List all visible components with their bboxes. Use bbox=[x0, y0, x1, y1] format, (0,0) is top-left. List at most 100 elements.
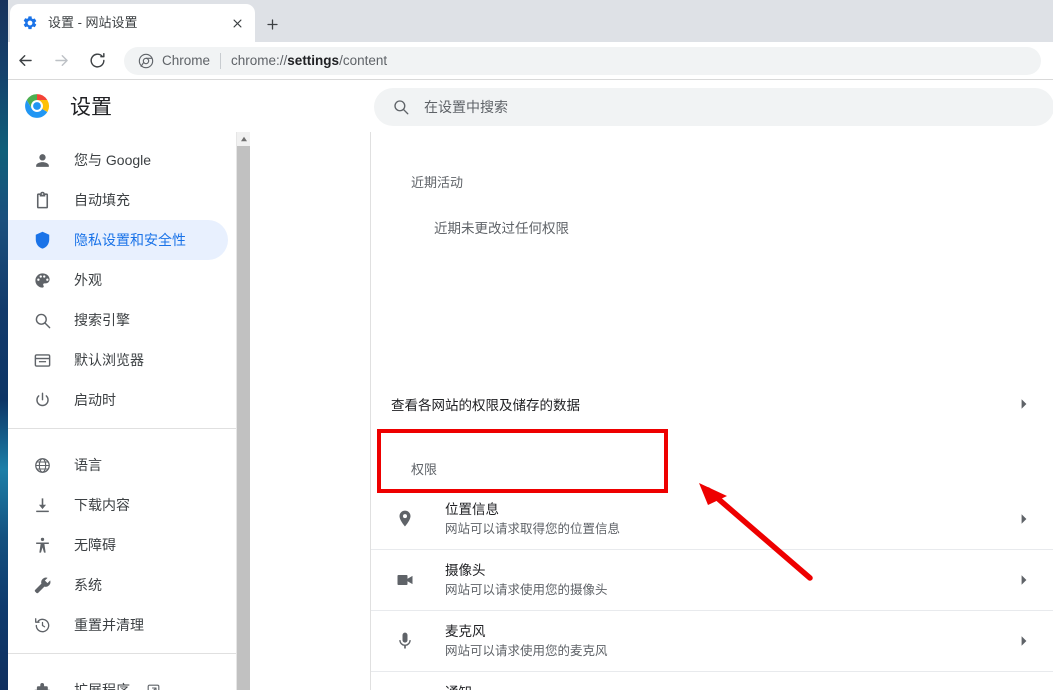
puzzle-icon bbox=[32, 680, 52, 690]
settings-sidebar: 您与 Google 自动填充 隐私设置和安全性 外观 bbox=[8, 132, 236, 690]
videocam-icon bbox=[393, 568, 417, 592]
download-icon bbox=[32, 495, 52, 515]
chevron-right-icon bbox=[1020, 512, 1030, 526]
content-left-divider bbox=[370, 132, 371, 690]
sidebar-item-label: 隐私设置和安全性 bbox=[74, 230, 186, 250]
sidebar-item-you-and-google[interactable]: 您与 Google bbox=[8, 140, 228, 180]
sidebar-item-search-engine[interactable]: 搜索引擎 bbox=[8, 300, 228, 340]
accessible-icon bbox=[32, 535, 52, 555]
permissions-list: 位置信息 网站可以请求取得您的位置信息 摄像头 网站可以请求使用您的摄像头 bbox=[371, 488, 1053, 690]
restore-icon bbox=[32, 615, 52, 635]
globe-icon bbox=[32, 455, 52, 475]
omnibox-url-suffix: /content bbox=[339, 53, 387, 68]
omnibox-url-prefix: chrome:// bbox=[231, 53, 287, 68]
arrow-right-icon bbox=[52, 51, 71, 70]
omnibox-divider bbox=[220, 53, 221, 69]
power-icon bbox=[32, 390, 52, 410]
search-icon bbox=[392, 98, 410, 116]
sidebar-item-label: 扩展程序 bbox=[74, 680, 130, 690]
reload-button[interactable] bbox=[82, 46, 112, 76]
reload-icon bbox=[88, 51, 107, 70]
tab-settings[interactable]: 设置 - 网站设置 bbox=[10, 4, 255, 42]
browser-icon bbox=[32, 350, 52, 370]
sidebar-item-privacy-and-security[interactable]: 隐私设置和安全性 bbox=[8, 220, 228, 260]
permission-subtitle: 网站可以请求取得您的位置信息 bbox=[445, 520, 1053, 538]
permission-row-microphone[interactable]: 麦克风 网站可以请求使用您的麦克风 bbox=[371, 610, 1053, 671]
sidebar-item-extensions[interactable]: 扩展程序 bbox=[8, 670, 228, 690]
permission-title: 麦克风 bbox=[445, 622, 1053, 641]
sidebar-item-label: 无障碍 bbox=[74, 535, 116, 555]
plus-icon bbox=[266, 18, 279, 31]
sidebar-item-label: 搜索引擎 bbox=[74, 310, 130, 330]
permission-row-location[interactable]: 位置信息 网站可以请求取得您的位置信息 bbox=[371, 488, 1053, 549]
sidebar-item-on-startup[interactable]: 启动时 bbox=[8, 380, 228, 420]
sidebar-item-label: 下载内容 bbox=[74, 495, 130, 515]
sidebar-item-label: 重置并清理 bbox=[74, 615, 144, 635]
settings-search-box[interactable] bbox=[374, 88, 1053, 126]
sidebar-group-2: 语言 下载内容 无障碍 系统 bbox=[8, 437, 236, 645]
sidebar-item-default-browser[interactable]: 默认浏览器 bbox=[8, 340, 228, 380]
shield-icon bbox=[32, 230, 52, 250]
sidebar-item-downloads[interactable]: 下载内容 bbox=[8, 485, 228, 525]
permission-texts: 摄像头 网站可以请求使用您的摄像头 bbox=[445, 561, 1053, 599]
permission-subtitle: 网站可以请求使用您的摄像头 bbox=[445, 581, 1053, 599]
arrow-left-icon bbox=[16, 51, 35, 70]
permission-subtitle: 网站可以请求使用您的麦克风 bbox=[445, 642, 1053, 660]
omnibox-url-bold: settings bbox=[287, 53, 339, 68]
chevron-right-icon bbox=[1020, 634, 1030, 648]
sidebar-item-reset-and-cleanup[interactable]: 重置并清理 bbox=[8, 605, 228, 645]
search-icon bbox=[32, 310, 52, 330]
forward-button[interactable] bbox=[46, 46, 76, 76]
sidebar-item-label: 自动填充 bbox=[74, 190, 130, 210]
omnibox-scheme-label: Chrome bbox=[162, 53, 210, 68]
search-input[interactable] bbox=[424, 99, 1036, 115]
desktop-wallpaper-strip bbox=[0, 0, 8, 690]
sidebar-item-label: 语言 bbox=[74, 455, 102, 475]
settings-header: 设置 bbox=[8, 80, 1053, 132]
palette-icon bbox=[32, 270, 52, 290]
permission-row-notifications[interactable]: 通知 网站可以询问能否向您发送通知 bbox=[371, 671, 1053, 690]
chevron-right-icon bbox=[1020, 573, 1030, 587]
sidebar-item-system[interactable]: 系统 bbox=[8, 565, 228, 605]
permissions-label: 权限 bbox=[391, 459, 437, 478]
sidebar-item-accessibility[interactable]: 无障碍 bbox=[8, 525, 228, 565]
sidebar-scrollbar[interactable] bbox=[236, 132, 249, 690]
microphone-icon bbox=[393, 629, 417, 653]
chrome-logo-icon bbox=[138, 53, 154, 69]
permission-title: 摄像头 bbox=[445, 561, 1053, 580]
all-sites-label: 查看各网站的权限及储存的数据 bbox=[391, 394, 580, 414]
sidebar-divider-1 bbox=[8, 428, 236, 429]
chevron-right-icon bbox=[1020, 397, 1030, 411]
tab-title: 设置 - 网站设置 bbox=[48, 15, 227, 31]
sidebar-item-languages[interactable]: 语言 bbox=[8, 445, 228, 485]
location-pin-icon bbox=[393, 507, 417, 531]
back-button[interactable] bbox=[10, 46, 40, 76]
permission-title: 位置信息 bbox=[445, 500, 1053, 519]
sidebar-item-label: 启动时 bbox=[74, 390, 116, 410]
scrollbar-thumb[interactable] bbox=[237, 146, 250, 690]
chrome-logo bbox=[24, 93, 50, 119]
omnibox-url: chrome://settings/content bbox=[231, 53, 387, 68]
sidebar-item-autofill[interactable]: 自动填充 bbox=[8, 180, 228, 220]
sidebar-item-label: 系统 bbox=[74, 575, 102, 595]
browser-window: 设置 - 网站设置 bbox=[0, 0, 1053, 690]
permission-texts: 位置信息 网站可以请求取得您的位置信息 bbox=[445, 500, 1053, 538]
sidebar-group-1: 您与 Google 自动填充 隐私设置和安全性 外观 bbox=[8, 132, 236, 420]
close-icon[interactable] bbox=[227, 13, 247, 33]
recent-activity-empty-text: 近期未更改过任何权限 bbox=[434, 217, 569, 237]
page-title: 设置 bbox=[70, 91, 112, 121]
all-sites-row[interactable]: 查看各网站的权限及储存的数据 bbox=[371, 380, 1053, 428]
sidebar-item-appearance[interactable]: 外观 bbox=[8, 260, 228, 300]
sidebar-item-label: 默认浏览器 bbox=[74, 350, 144, 370]
scrollbar-up-arrow-icon[interactable] bbox=[237, 132, 250, 146]
tab-strip: 设置 - 网站设置 bbox=[0, 0, 1053, 42]
new-tab-button[interactable] bbox=[258, 10, 286, 38]
external-link-icon bbox=[146, 683, 161, 690]
gear-icon bbox=[22, 15, 38, 31]
permission-row-camera[interactable]: 摄像头 网站可以请求使用您的摄像头 bbox=[371, 549, 1053, 610]
sidebar-divider-2 bbox=[8, 653, 236, 654]
omnibox[interactable]: Chrome chrome://settings/content bbox=[124, 47, 1041, 75]
person-icon bbox=[32, 150, 52, 170]
permission-texts: 麦克风 网站可以请求使用您的麦克风 bbox=[445, 622, 1053, 660]
permission-title: 通知 bbox=[445, 683, 1053, 690]
